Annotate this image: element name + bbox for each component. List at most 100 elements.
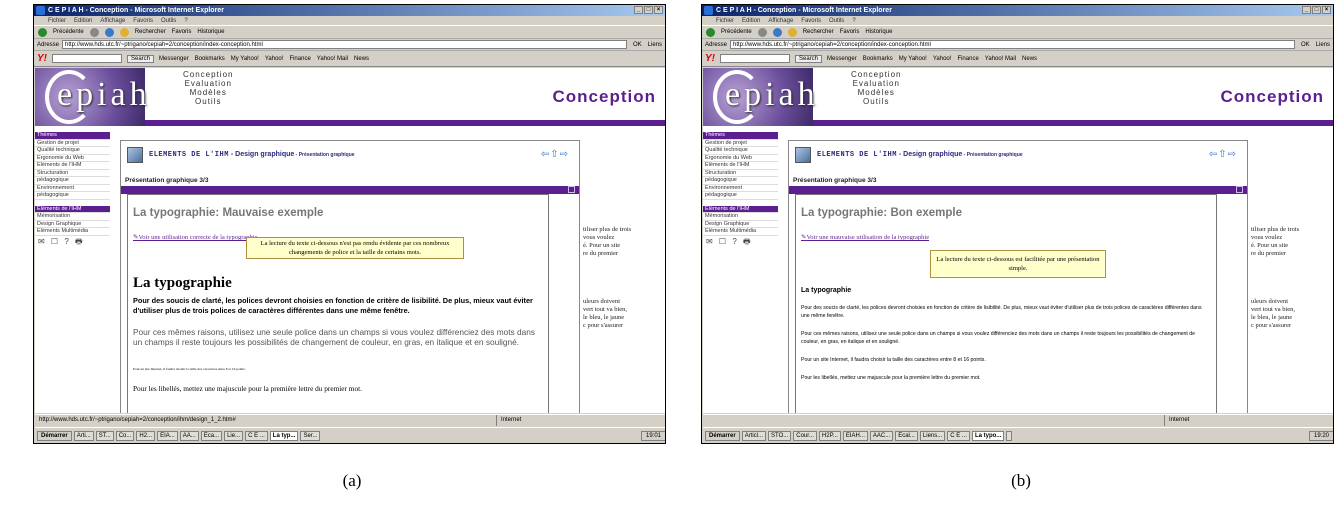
menu-item[interactable]: Affichage xyxy=(768,16,793,25)
sidebar-item[interactable]: Ergonomie du Web xyxy=(703,155,778,162)
back-icon[interactable] xyxy=(706,27,715,37)
previous-arrow-icon[interactable]: ⇦ xyxy=(541,149,550,160)
taskbar-task[interactable]: Eca... xyxy=(200,431,223,441)
sidebar-item[interactable]: Structuration xyxy=(703,170,778,177)
toolbar-search-label[interactable]: Rechercher xyxy=(135,26,166,39)
yahoo-link[interactable]: Yahoo! xyxy=(933,56,952,62)
toolbar-favorites-label[interactable]: Favoris xyxy=(840,26,860,39)
taskbar-task[interactable]: Liens... xyxy=(919,431,946,441)
close-button[interactable]: × xyxy=(1322,6,1331,14)
sidebar-icons[interactable]: ✉ ☐ ? 🖶 xyxy=(35,237,110,246)
yahoo-logo-icon[interactable]: Y! xyxy=(705,53,715,64)
taskbar-task[interactable]: C E ... xyxy=(245,431,268,441)
sidebar-item[interactable]: Mémorisation xyxy=(703,213,778,221)
go-button[interactable]: OK xyxy=(1298,42,1313,48)
taskbar-task[interactable]: Lie... xyxy=(224,431,244,441)
sidebar-item[interactable]: Gestion de projet xyxy=(703,140,778,147)
menu-item[interactable]: Outils xyxy=(829,16,844,25)
sidebar-item[interactable]: pédagogique xyxy=(35,177,110,185)
stop-icon[interactable] xyxy=(757,27,767,37)
taskbar-task[interactable]: La typo... xyxy=(971,431,1005,441)
panel-link-text[interactable]: Voir une utilisation correcte de la typo… xyxy=(138,234,257,241)
sidebar-item[interactable]: Eléments de l'IHM xyxy=(703,162,778,170)
close-popup-icon[interactable] xyxy=(568,186,575,193)
yahoo-search-button[interactable]: Search xyxy=(795,54,823,63)
yahoo-link[interactable]: Bookmarks xyxy=(195,56,225,62)
panel-link[interactable]: ✎Voir une mauvaise utilisation de la typ… xyxy=(801,233,929,241)
yahoo-link[interactable]: Yahoo! Mail xyxy=(317,56,348,62)
sidebar-item[interactable]: pédagogique xyxy=(35,192,110,200)
sidebar-item[interactable]: pédagogique xyxy=(703,192,778,200)
sidebar-item[interactable]: Design Graphique xyxy=(703,221,778,228)
sidebar-item[interactable]: Gestion de projet xyxy=(35,140,110,147)
sidebar-item[interactable]: pédagogique xyxy=(703,177,778,185)
close-popup-icon[interactable] xyxy=(1236,186,1243,193)
taskbar-task[interactable]: H2... xyxy=(136,431,156,441)
menu-item[interactable]: Favoris xyxy=(133,16,153,25)
taskbar-task[interactable]: STO... xyxy=(768,431,792,441)
yahoo-link[interactable]: Bookmarks xyxy=(863,56,893,62)
yahoo-link[interactable]: Messenger xyxy=(159,56,189,62)
sidebar-item[interactable]: Structuration xyxy=(35,170,110,177)
system-tray-clock[interactable]: 19:01 xyxy=(640,431,665,441)
start-button[interactable]: Démarrer xyxy=(37,431,72,441)
yahoo-link[interactable]: Finance xyxy=(289,56,310,62)
sidebar-item[interactable]: Mémorisation xyxy=(35,213,110,221)
stop-icon[interactable] xyxy=(89,27,99,37)
site-logo[interactable]: epiah xyxy=(57,76,151,114)
menu-item[interactable]: Edition xyxy=(742,16,760,25)
up-arrow-icon[interactable]: ⇧ xyxy=(550,149,559,160)
toolbar-history-label[interactable]: Historique xyxy=(865,26,892,39)
sidebar-item[interactable]: Design Graphique xyxy=(35,221,110,228)
yahoo-search-button[interactable]: Search xyxy=(127,54,155,63)
up-arrow-icon[interactable]: ⇧ xyxy=(1218,149,1227,160)
yahoo-link[interactable]: News xyxy=(1022,56,1037,62)
menu-item[interactable]: Favoris xyxy=(801,16,821,25)
taskbar-task[interactable]: Ecal... xyxy=(895,431,918,441)
menu-item[interactable]: Fichier xyxy=(716,16,734,25)
yahoo-search-input[interactable] xyxy=(52,54,122,63)
links-label[interactable]: Liens xyxy=(648,42,662,48)
taskbar-task[interactable]: C E ... xyxy=(947,431,970,441)
menu-item[interactable]: Fichier xyxy=(48,16,66,25)
close-button[interactable]: × xyxy=(654,6,663,14)
yahoo-search-input[interactable] xyxy=(720,54,790,63)
yahoo-link[interactable]: My Yahoo! xyxy=(231,56,259,62)
start-button[interactable]: Démarrer xyxy=(705,431,740,441)
sidebar-item[interactable]: Qualité technique xyxy=(35,147,110,155)
minimize-button[interactable]: _ xyxy=(1302,6,1311,14)
sidebar-item[interactable]: Environnement xyxy=(35,185,110,192)
toolbar-back-label[interactable]: Précédente xyxy=(53,26,84,39)
taskbar-task[interactable]: H2P... xyxy=(818,431,841,441)
menu-item[interactable]: Edition xyxy=(74,16,92,25)
refresh-icon[interactable] xyxy=(104,27,114,37)
taskbar-task[interactable]: Arti... xyxy=(73,431,94,441)
yahoo-link[interactable]: Messenger xyxy=(827,56,857,62)
yahoo-link[interactable]: Finance xyxy=(957,56,978,62)
taskbar-task[interactable]: AA... xyxy=(179,431,199,441)
yahoo-link[interactable]: News xyxy=(354,56,369,62)
taskbar-task[interactable]: La typ... xyxy=(269,431,299,441)
maximize-button[interactable]: □ xyxy=(1312,6,1321,14)
sidebar-item[interactable]: Eléments de l'IHM xyxy=(703,205,778,213)
taskbar-task[interactable]: Co... xyxy=(115,431,135,441)
address-input[interactable]: http://www.hds.utc.fr/~ptrigano/cepiah=2… xyxy=(730,40,1295,49)
sidebar-item[interactable]: Environnement xyxy=(703,185,778,192)
links-label[interactable]: Liens xyxy=(1316,42,1330,48)
taskbar-task[interactable] xyxy=(1006,431,1013,441)
sidebar-item[interactable]: Eléments de l'IHM xyxy=(35,162,110,170)
minimize-button[interactable]: _ xyxy=(634,6,643,14)
menu-item[interactable]: Affichage xyxy=(100,16,125,25)
home-icon[interactable] xyxy=(119,27,129,37)
menu-item[interactable]: ? xyxy=(852,16,855,25)
toolbar-history-label[interactable]: Historique xyxy=(197,26,224,39)
address-input[interactable]: http://www.hds.utc.fr/~ptrigano/cepiah=2… xyxy=(62,40,627,49)
yahoo-link[interactable]: My Yahoo! xyxy=(899,56,927,62)
yahoo-link[interactable]: Yahoo! Mail xyxy=(985,56,1016,62)
sidebar-item[interactable]: Eléments Multimédia xyxy=(703,228,778,236)
site-logo[interactable]: epiah xyxy=(725,76,819,114)
sidebar-icons[interactable]: ✉ ☐ ? 🖶 xyxy=(703,237,778,246)
go-button[interactable]: OK xyxy=(630,42,645,48)
taskbar-task[interactable]: Articl... xyxy=(741,431,767,441)
panel-link[interactable]: ✎Voir une utilisation correcte de la typ… xyxy=(133,233,257,241)
